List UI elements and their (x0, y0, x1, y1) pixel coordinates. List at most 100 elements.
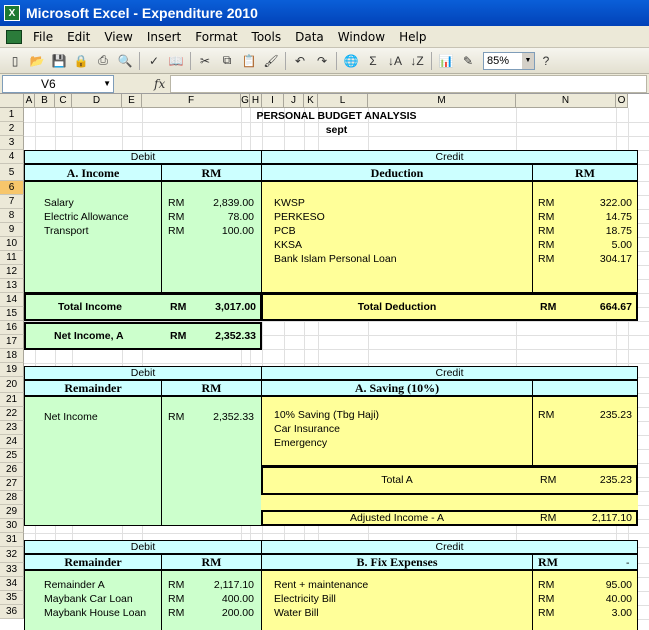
row-header[interactable]: 20 (0, 377, 24, 393)
zoom-select[interactable]: 85% ▼ (483, 51, 535, 70)
row-header[interactable]: 12 (0, 265, 24, 279)
row-header[interactable]: 34 (0, 577, 24, 591)
menu-window[interactable]: Window (331, 30, 392, 44)
row-header[interactable]: 18 (0, 349, 24, 363)
row-header[interactable]: 32 (0, 547, 24, 563)
save-icon[interactable]: 💾 (50, 52, 68, 70)
format-painter-icon[interactable]: 🖌 (262, 52, 280, 70)
help-icon[interactable]: ? (537, 52, 555, 70)
column-header[interactable]: G (241, 94, 250, 108)
row-header[interactable]: 21 (0, 393, 24, 407)
row-header[interactable]: 23 (0, 421, 24, 435)
row-header[interactable]: 17 (0, 335, 24, 349)
row-header[interactable]: 5 (0, 164, 24, 181)
sort-descending-icon[interactable]: ↓Z (408, 52, 426, 70)
select-all-corner[interactable] (0, 94, 24, 108)
column-header[interactable]: O (616, 94, 628, 108)
menu-insert[interactable]: Insert (140, 30, 188, 44)
row-header[interactable]: 27 (0, 477, 24, 491)
cut-icon[interactable]: ✂ (196, 52, 214, 70)
row-header[interactable]: 9 (0, 223, 24, 237)
menu-file[interactable]: File (26, 30, 60, 44)
new-icon[interactable]: ▯ (6, 52, 24, 70)
menu-edit[interactable]: Edit (60, 30, 97, 44)
row-header[interactable]: 10 (0, 237, 24, 251)
spelling-icon[interactable]: ✓ (145, 52, 163, 70)
hyperlink-icon[interactable]: 🌐 (342, 52, 360, 70)
row-header[interactable]: 16 (0, 321, 24, 335)
row-header[interactable]: 2 (0, 122, 24, 136)
row-header[interactable]: 15 (0, 307, 24, 321)
line-item-val: 5.00 (611, 239, 632, 251)
row-header[interactable]: 3 (0, 136, 24, 150)
line-item-val: 95.00 (605, 579, 632, 591)
line-item-cur: RM (538, 225, 555, 237)
autosum-icon[interactable]: Σ (364, 52, 382, 70)
row-header[interactable]: 28 (0, 491, 24, 505)
chevron-down-icon[interactable]: ▼ (522, 52, 534, 69)
row-header[interactable]: 24 (0, 435, 24, 449)
menu-data[interactable]: Data (288, 30, 331, 44)
row-header[interactable]: 14 (0, 293, 24, 307)
column-header[interactable]: E (122, 94, 142, 108)
row-header[interactable]: 19 (0, 363, 24, 377)
menu-help[interactable]: Help (392, 30, 433, 44)
formula-input[interactable] (170, 75, 647, 93)
drawing-icon[interactable]: ✎ (459, 52, 477, 70)
column-header[interactable]: D (72, 94, 122, 108)
line-item-val: 400.00 (221, 593, 254, 605)
row-header[interactable]: 7 (0, 195, 24, 209)
column-header[interactable]: K (304, 94, 318, 108)
chevron-down-icon[interactable]: ▼ (103, 79, 111, 88)
row-header[interactable]: 30 (0, 519, 24, 533)
column-header[interactable]: B (35, 94, 55, 108)
name-box[interactable]: V6 ▼ (2, 74, 114, 93)
copy-icon[interactable]: ⧉ (218, 52, 236, 70)
column-header[interactable]: C (55, 94, 72, 108)
adjusted-income-label: Adjusted Income - A (350, 512, 444, 524)
menu-format[interactable]: Format (188, 30, 244, 44)
deduction-header: Deduction (370, 166, 424, 180)
row-header[interactable]: 35 (0, 591, 24, 605)
row-header[interactable]: 29 (0, 505, 24, 519)
row-header[interactable]: 8 (0, 209, 24, 223)
column-header[interactable]: N (516, 94, 616, 108)
menu-tools[interactable]: Tools (245, 30, 289, 44)
column-header[interactable]: H (250, 94, 262, 108)
workbook-icon[interactable] (6, 29, 22, 44)
menu-view[interactable]: View (97, 30, 139, 44)
sort-ascending-icon[interactable]: ↓A (386, 52, 404, 70)
column-header[interactable]: A (24, 94, 35, 108)
row-header[interactable]: 36 (0, 605, 24, 619)
row-header[interactable]: 22 (0, 407, 24, 421)
row-header[interactable]: 31 (0, 533, 24, 547)
row-header[interactable]: 4 (0, 150, 24, 164)
row-header[interactable]: 6 (0, 181, 24, 195)
cell-reference: V6 (41, 76, 56, 91)
gridline (24, 363, 649, 364)
column-header[interactable]: I (262, 94, 284, 108)
research-icon[interactable]: 📖 (167, 52, 185, 70)
line-item-label: Rent + maintenance (274, 579, 369, 591)
paste-icon[interactable]: 📋 (240, 52, 258, 70)
row-header[interactable]: 26 (0, 463, 24, 477)
chart-wizard-icon[interactable]: 📊 (437, 52, 455, 70)
column-header[interactable]: M (368, 94, 516, 108)
column-header[interactable]: J (284, 94, 304, 108)
undo-icon[interactable]: ↶ (291, 52, 309, 70)
row-header[interactable]: 11 (0, 251, 24, 265)
redo-icon[interactable]: ↷ (313, 52, 331, 70)
row-header[interactable]: 25 (0, 449, 24, 463)
worksheet-grid[interactable]: PERSONAL BUDGET ANALYSIS sept Debit Cred… (24, 108, 649, 630)
print-icon[interactable]: ⎙ (94, 52, 112, 70)
row-header[interactable]: 1 (0, 108, 24, 122)
debit-label: Debit (130, 367, 156, 379)
permission-icon[interactable]: 🔒 (72, 52, 90, 70)
column-header[interactable]: F (142, 94, 241, 108)
row-header[interactable]: 13 (0, 279, 24, 293)
row-header[interactable]: 33 (0, 563, 24, 577)
column-header[interactable]: L (318, 94, 368, 108)
excel-app-icon[interactable]: X (4, 5, 20, 21)
open-icon[interactable]: 📂 (28, 52, 46, 70)
print-preview-icon[interactable]: 🔍 (116, 52, 134, 70)
